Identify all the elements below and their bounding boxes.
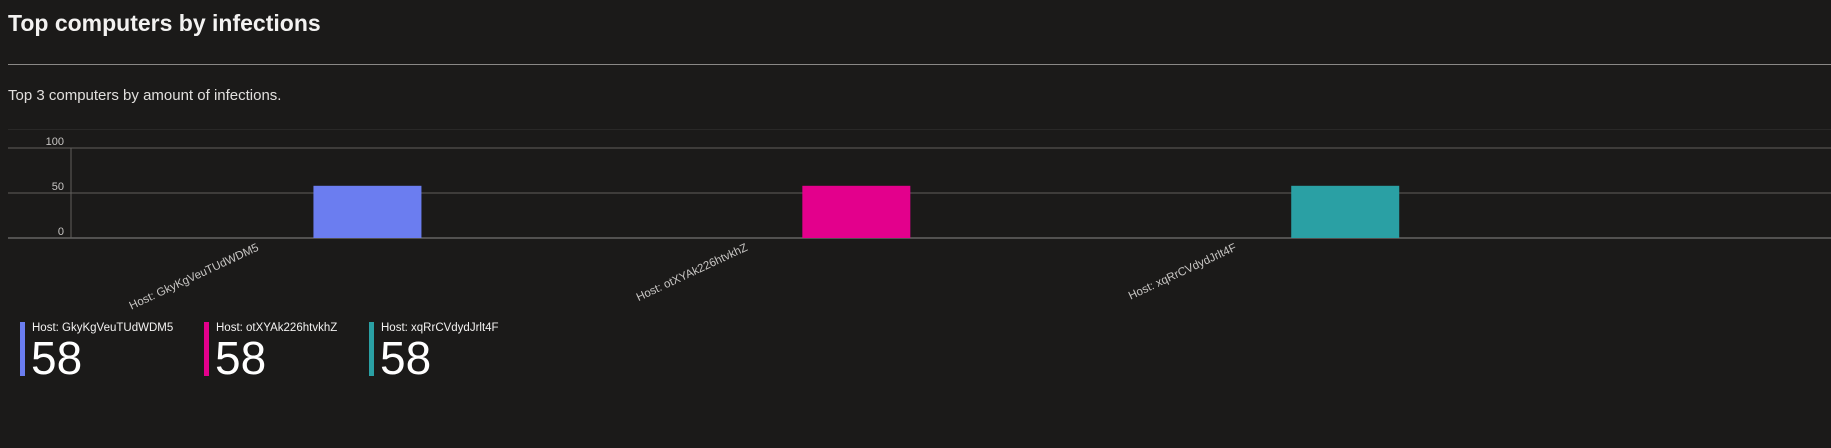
legend-color-swatch [204, 322, 209, 376]
legend-color-swatch [369, 322, 374, 376]
x-tick-label: Host: GkyKgVeuTUdWDM5 [128, 242, 261, 313]
y-tick-label: 0 [58, 226, 64, 238]
legend-value: 58 [215, 332, 267, 384]
bar [802, 185, 911, 238]
y-tick-label: 50 [52, 181, 64, 193]
page-title: Top computers by infections [8, 10, 321, 36]
bar-chart: 0 50 100 Host: GkyKgVeuTUdWDM5 Host: otXYAk2… [8, 136, 1831, 313]
chart-subtitle: Top 3 computers by amount of infections. [8, 87, 282, 104]
x-tick-label: Host: xqRrCVdydJrlt4F [1127, 242, 1239, 303]
legend-color-swatch [20, 322, 25, 376]
title-divider [8, 64, 1831, 65]
x-tick-label: Host: otXYAk226htvkhZ [635, 242, 750, 304]
bar [1291, 185, 1400, 238]
y-tick-label: 100 [46, 136, 64, 148]
legend-value: 58 [380, 332, 432, 384]
bar [313, 185, 422, 238]
legend-value: 58 [31, 332, 83, 384]
